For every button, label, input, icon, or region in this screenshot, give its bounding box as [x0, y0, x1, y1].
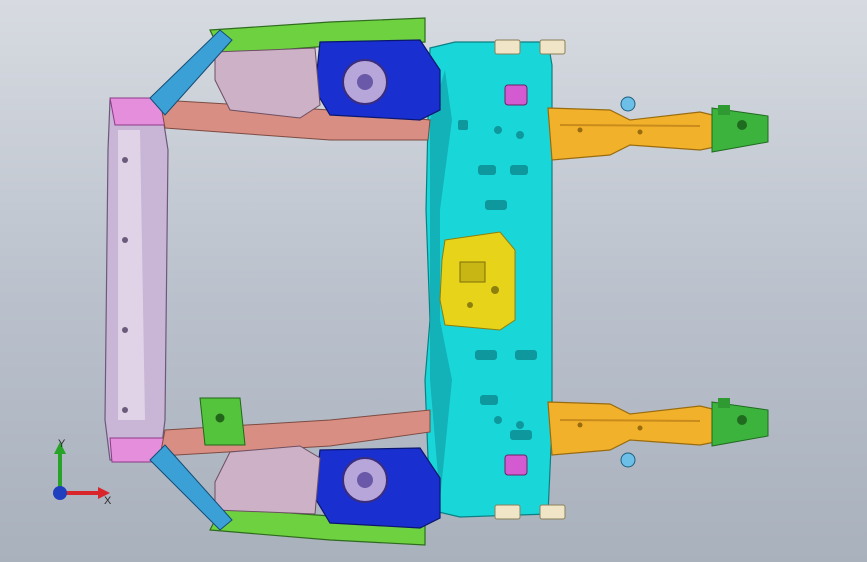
center-yellow-bracket — [439, 231, 516, 331]
car-underbody-model[interactable] — [0, 0, 867, 562]
cad-3d-viewport[interactable]: Y X — [0, 0, 867, 562]
orange-upper-rail — [547, 107, 726, 161]
orientation-triad: Y X — [53, 438, 112, 507]
y-axis-label: Y — [58, 438, 66, 450]
front-crossmember — [104, 97, 169, 463]
blue-shock-towers — [314, 39, 441, 529]
x-axis-label: X — [104, 495, 112, 507]
green-mount-brackets — [199, 397, 246, 446]
green-rear-mount-upper — [711, 105, 769, 153]
z-axis-dot — [53, 486, 67, 500]
orange-lower-rail — [547, 401, 726, 456]
green-rear-mount-lower — [711, 398, 769, 447]
